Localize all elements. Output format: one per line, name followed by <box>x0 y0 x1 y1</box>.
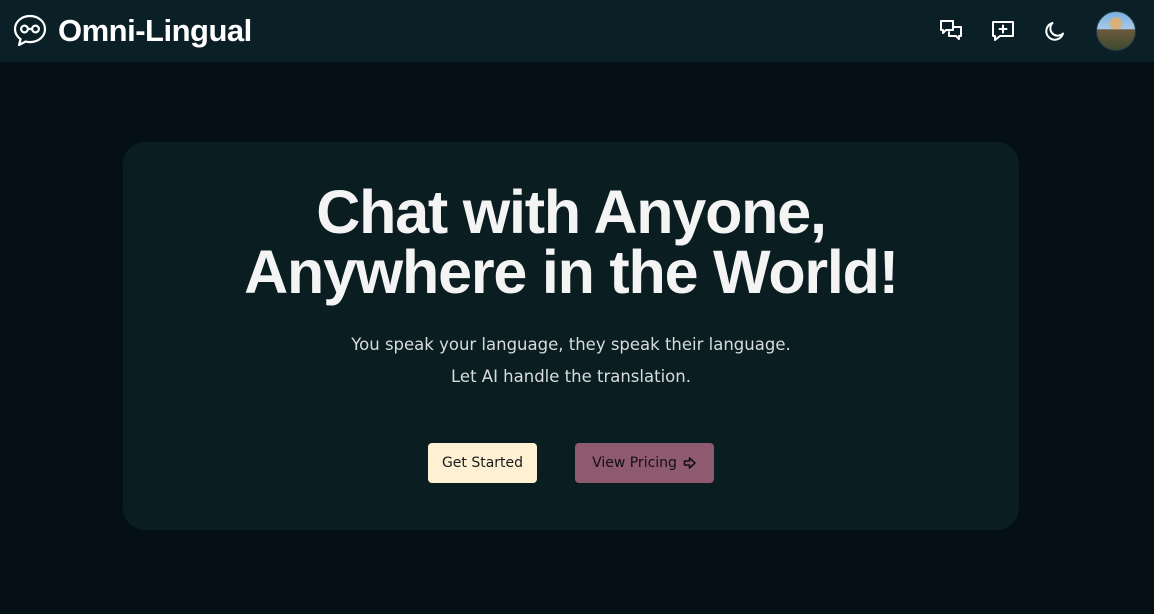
moon-icon <box>1045 22 1064 41</box>
view-pricing-button[interactable]: View Pricing <box>575 443 714 483</box>
cta-row: Get Started View Pricing <box>428 443 714 483</box>
hero-subtitle-line-1: You speak your language, they speak thei… <box>351 335 791 354</box>
hero-title: Chat with Anyone, Anywhere in the World! <box>244 178 899 306</box>
arrow-right-icon <box>683 457 696 469</box>
omni-lingual-logo-icon <box>10 11 50 51</box>
brand-name: Omni-Lingual <box>58 13 252 48</box>
navbar: Omni-Lingual <box>0 0 1154 62</box>
user-avatar[interactable] <box>1096 11 1136 51</box>
chat-bubbles-icon <box>940 20 962 40</box>
get-started-button[interactable]: Get Started <box>428 443 537 483</box>
get-started-label: Get Started <box>441 455 524 471</box>
hero-subtitle-line-2: Let AI handle the translation. <box>451 367 691 386</box>
hero-title-line-1: Chat with Anyone, <box>316 178 827 246</box>
new-chat-button[interactable] <box>988 16 1018 46</box>
hero-card: Chat with Anyone, Anywhere in the World!… <box>123 142 1019 530</box>
theme-toggle-button[interactable] <box>1040 16 1070 46</box>
nav-actions <box>936 11 1136 51</box>
view-pricing-label: View Pricing <box>592 455 677 471</box>
hero-subtitle: You speak your language, they speak thei… <box>351 329 790 393</box>
brand-link[interactable]: Omni-Lingual <box>10 11 252 51</box>
hero-title-line-2: Anywhere in the World! <box>244 238 899 306</box>
new-chat-icon <box>992 21 1014 41</box>
chats-button[interactable] <box>936 16 966 46</box>
